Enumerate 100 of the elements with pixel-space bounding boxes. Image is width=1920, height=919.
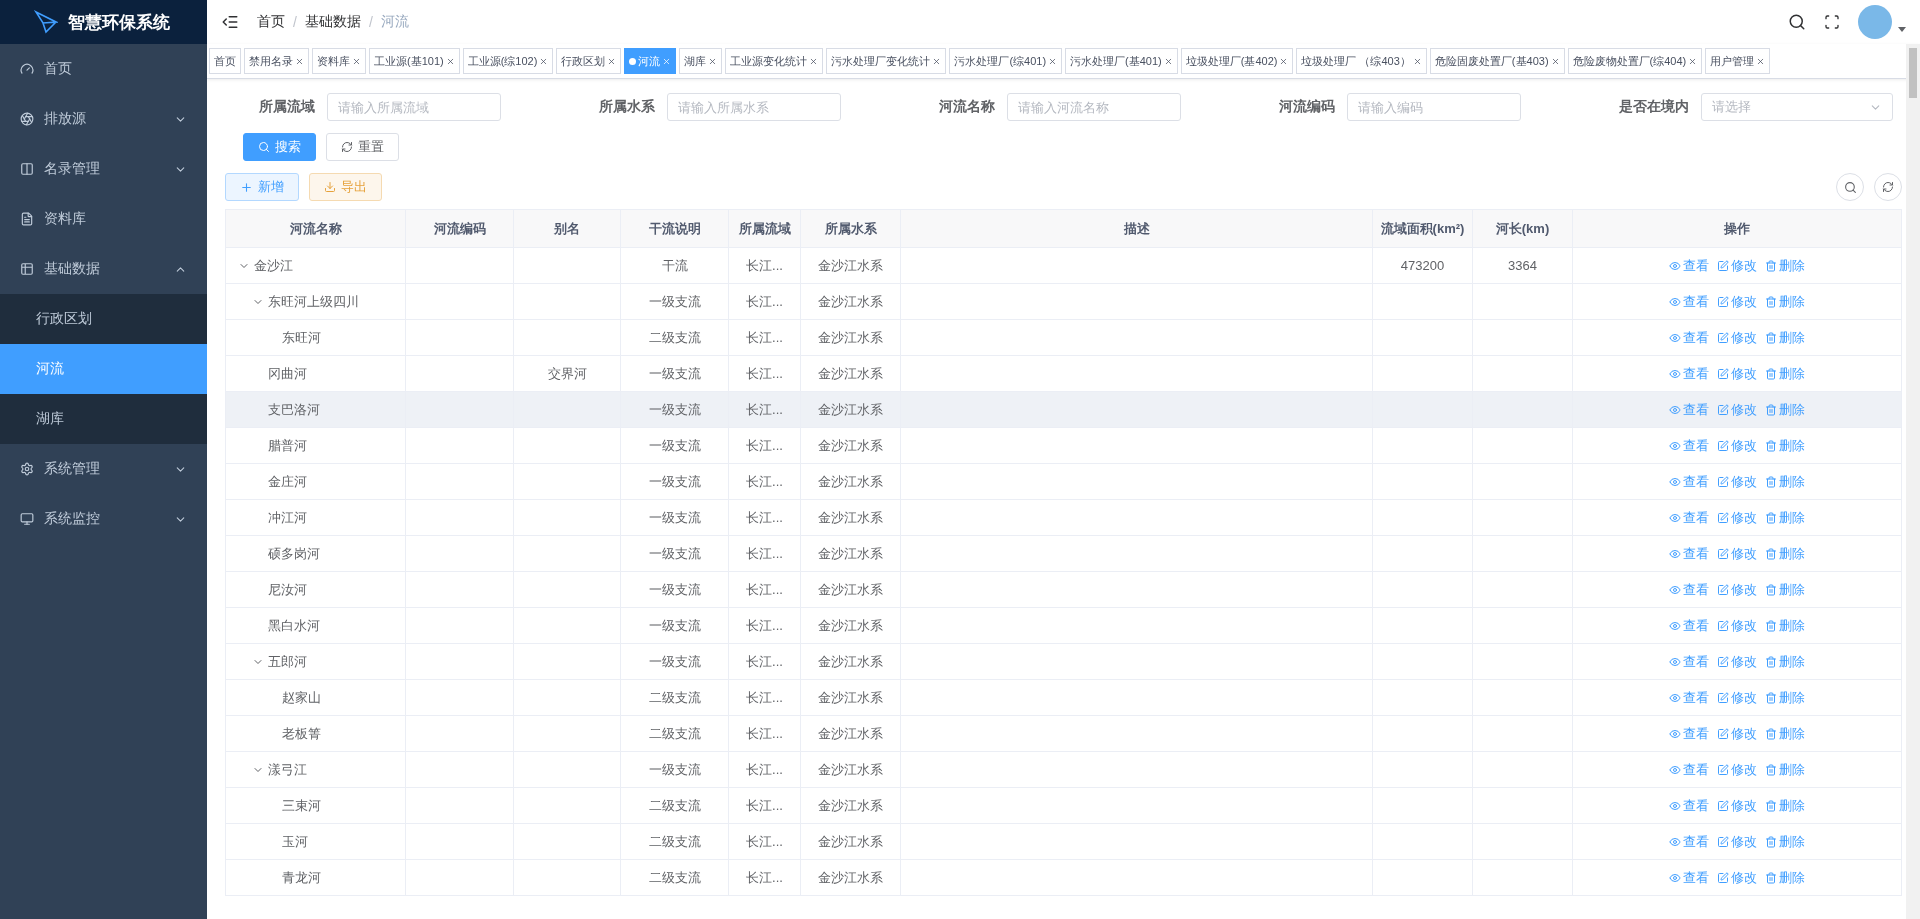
table-row[interactable]: 赵家山 二级支流 长江... 金沙江水系 查看 修改 删除: [225, 679, 1902, 716]
action-link[interactable]: 修改: [1717, 760, 1757, 779]
table-row[interactable]: 冲江河 一级支流 长江... 金沙江水系 查看 修改 删除: [225, 499, 1902, 536]
tab[interactable]: 工业源变化统计: [725, 48, 824, 74]
action-link[interactable]: 查看: [1669, 256, 1709, 275]
action-link[interactable]: 查看: [1669, 544, 1709, 563]
tab[interactable]: 首页: [209, 48, 241, 74]
tab[interactable]: 危险固废处置厂(基403): [1429, 48, 1565, 74]
select-field[interactable]: 请选择: [1701, 93, 1893, 121]
close-icon[interactable]: [1550, 56, 1560, 66]
table-row[interactable]: 金庄河 一级支流 长江... 金沙江水系 查看 修改 删除: [225, 463, 1902, 500]
action-link[interactable]: 删除: [1765, 436, 1805, 455]
close-icon[interactable]: [809, 56, 819, 66]
action-link[interactable]: 修改: [1717, 472, 1757, 491]
tab[interactable]: 污水处理厂(基401): [1065, 48, 1178, 74]
close-icon[interactable]: [445, 56, 455, 66]
scrollbar-thumb[interactable]: [1909, 48, 1917, 98]
table-row[interactable]: 支巴洛河 一级支流 长江... 金沙江水系 查看 修改 删除: [225, 391, 1902, 428]
action-link[interactable]: 修改: [1717, 724, 1757, 743]
input-field[interactable]: 请输入所属流域: [327, 93, 501, 121]
close-icon[interactable]: [1412, 56, 1422, 66]
action-link[interactable]: 查看: [1669, 652, 1709, 671]
action-link[interactable]: 删除: [1765, 616, 1805, 635]
action-link[interactable]: 修改: [1717, 796, 1757, 815]
table-row[interactable]: 尼汝河 一级支流 长江... 金沙江水系 查看 修改 删除: [225, 571, 1902, 608]
add-button[interactable]: 新增: [225, 173, 299, 201]
input-field[interactable]: 请输入编码: [1347, 93, 1521, 121]
action-link[interactable]: 修改: [1717, 868, 1757, 887]
search-button[interactable]: [1836, 173, 1864, 201]
table-row[interactable]: 青龙河 二级支流 长江... 金沙江水系 查看 修改 删除: [225, 859, 1902, 896]
action-link[interactable]: 查看: [1669, 724, 1709, 743]
action-link[interactable]: 查看: [1669, 508, 1709, 527]
action-link[interactable]: 修改: [1717, 652, 1757, 671]
caret-icon[interactable]: [1898, 26, 1906, 32]
tab[interactable]: 工业源(基101): [369, 48, 460, 74]
table-row[interactable]: 腊普河 一级支流 长江... 金沙江水系 查看 修改 删除: [225, 427, 1902, 464]
action-link[interactable]: 删除: [1765, 292, 1805, 311]
action-link[interactable]: 修改: [1717, 328, 1757, 347]
action-link[interactable]: 修改: [1717, 832, 1757, 851]
tab[interactable]: 河流: [624, 48, 677, 74]
action-link[interactable]: 查看: [1669, 400, 1709, 419]
action-link[interactable]: 查看: [1669, 436, 1709, 455]
breadcrumb-item[interactable]: 基础数据: [304, 13, 361, 31]
tab[interactable]: 危险废物处置厂(综404): [1567, 48, 1703, 74]
table-row[interactable]: 玉河 二级支流 长江... 金沙江水系 查看 修改 删除: [225, 823, 1902, 860]
tab[interactable]: 污水处理厂变化统计: [826, 48, 947, 74]
action-link[interactable]: 删除: [1765, 832, 1805, 851]
action-link[interactable]: 删除: [1765, 724, 1805, 743]
close-icon[interactable]: [539, 56, 549, 66]
avatar[interactable]: [1858, 5, 1892, 39]
search-icon[interactable]: [1788, 13, 1806, 31]
table-row[interactable]: 金沙江 干流 长江... 金沙江水系 473200 3364 查看 修改 删除: [225, 247, 1902, 284]
action-link[interactable]: 查看: [1669, 580, 1709, 599]
action-link[interactable]: 查看: [1669, 760, 1709, 779]
close-icon[interactable]: [1756, 56, 1766, 66]
tab[interactable]: 用户管理: [1705, 48, 1771, 74]
table-row[interactable]: 硕多岗河 一级支流 长江... 金沙江水系 查看 修改 删除: [225, 535, 1902, 572]
action-link[interactable]: 删除: [1765, 256, 1805, 275]
table-row[interactable]: 冈曲河 交界河 一级支流 长江... 金沙江水系 查看 修改 删除: [225, 355, 1902, 392]
table-row[interactable]: 东旺河 二级支流 长江... 金沙江水系 查看 修改 删除: [225, 319, 1902, 356]
close-icon[interactable]: [708, 56, 718, 66]
close-icon[interactable]: [1048, 56, 1058, 66]
action-link[interactable]: 删除: [1765, 688, 1805, 707]
action-link[interactable]: 修改: [1717, 292, 1757, 311]
fullscreen-icon[interactable]: [1824, 14, 1840, 30]
tab[interactable]: 工业源(综102): [462, 48, 554, 74]
action-link[interactable]: 查看: [1669, 472, 1709, 491]
scrollbar[interactable]: [1906, 44, 1920, 919]
action-link[interactable]: 删除: [1765, 580, 1805, 599]
table-row[interactable]: 黑白水河 一级支流 长江... 金沙江水系 查看 修改 删除: [225, 607, 1902, 644]
table-row[interactable]: 老板箐 二级支流 长江... 金沙江水系 查看 修改 删除: [225, 715, 1902, 752]
action-link[interactable]: 删除: [1765, 652, 1805, 671]
action-link[interactable]: 修改: [1717, 508, 1757, 527]
table-row[interactable]: 东旺河上级四川 一级支流 长江... 金沙江水系 查看 修改 删除: [225, 283, 1902, 320]
close-icon[interactable]: [1279, 56, 1289, 66]
action-link[interactable]: 删除: [1765, 472, 1805, 491]
tab[interactable]: 污水处理厂(综401): [949, 48, 1063, 74]
action-link[interactable]: 查看: [1669, 364, 1709, 383]
search-button[interactable]: 搜索: [243, 133, 316, 161]
close-icon[interactable]: [932, 56, 942, 66]
tab[interactable]: 垃圾处理厂(基402): [1180, 48, 1294, 74]
action-link[interactable]: 修改: [1717, 688, 1757, 707]
action-link[interactable]: 修改: [1717, 256, 1757, 275]
table-row[interactable]: 三束河 二级支流 长江... 金沙江水系 查看 修改 删除: [225, 787, 1902, 824]
action-link[interactable]: 删除: [1765, 364, 1805, 383]
submenu-item[interactable]: 行政区划: [0, 294, 207, 344]
action-link[interactable]: 查看: [1669, 688, 1709, 707]
action-link[interactable]: 删除: [1765, 868, 1805, 887]
table-row[interactable]: 漾弓江 一级支流 长江... 金沙江水系 查看 修改 删除: [225, 751, 1902, 788]
close-icon[interactable]: [662, 56, 672, 66]
input-field[interactable]: 请输入所属水系: [667, 93, 841, 121]
tab[interactable]: 禁用名录: [244, 48, 309, 74]
action-link[interactable]: 删除: [1765, 328, 1805, 347]
action-link[interactable]: 查看: [1669, 616, 1709, 635]
close-icon[interactable]: [1163, 56, 1173, 66]
close-icon[interactable]: [295, 56, 304, 66]
action-link[interactable]: 删除: [1765, 760, 1805, 779]
breadcrumb-item[interactable]: 首页: [257, 13, 285, 31]
menu-icon[interactable]: [221, 13, 239, 31]
reset-button[interactable]: 重置: [326, 133, 399, 161]
